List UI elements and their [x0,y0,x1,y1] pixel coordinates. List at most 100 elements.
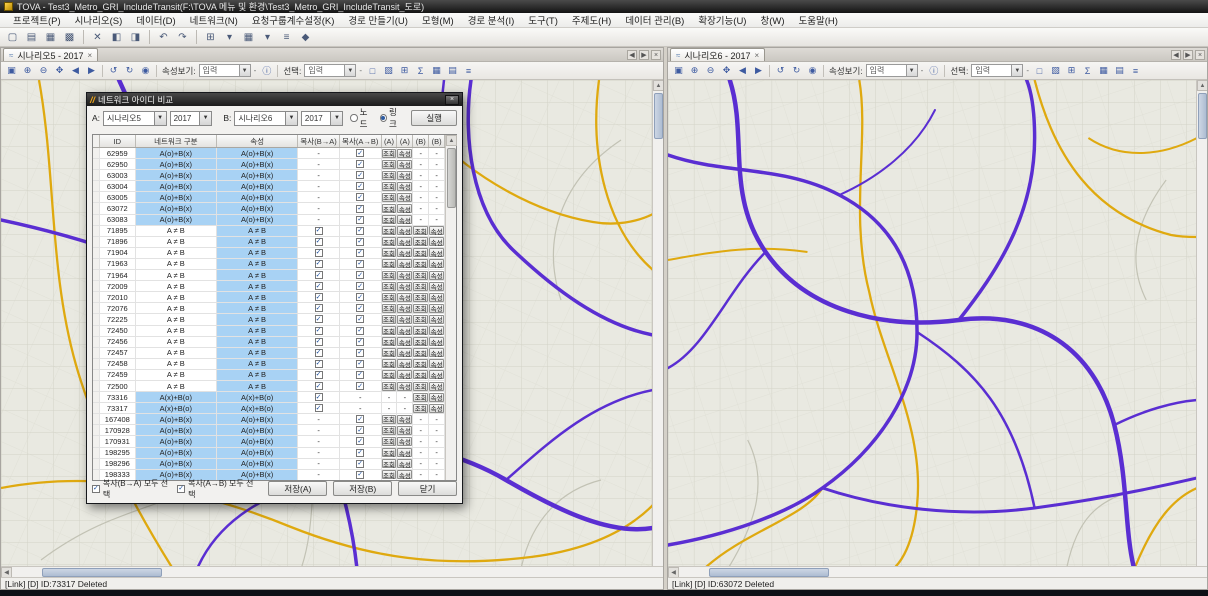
cell-copy-ab[interactable]: ✓ [340,348,382,358]
cell-action[interactable]: 조회 [382,370,398,380]
pan-icon[interactable]: ✥ [719,64,734,78]
cell-action[interactable]: 속성 [397,414,413,424]
cell-action[interactable]: - [429,159,445,169]
select-combo[interactable]: 입력▼ [304,64,356,77]
grid-dropdown-icon[interactable]: ▾ [221,29,238,45]
prev-view-icon[interactable]: ◀ [735,64,750,78]
table-row[interactable]: 71964A ≠ BA ≠ B✓✓조회속성조회속성 [93,270,445,281]
cell-copy-ba[interactable]: ✓ [298,337,340,347]
cell-copy-ba[interactable]: - [298,215,340,225]
cell-action[interactable]: 조회 [382,314,398,324]
scenario-b-combo[interactable]: 시나리오6 ▼ [234,111,298,126]
cell-action[interactable]: 조회 [382,425,398,435]
checkbox-checked-icon[interactable]: ✓ [356,360,364,368]
table-row[interactable]: 71896A ≠ BA ≠ B✓✓조회속성조회속성 [93,237,445,248]
checkbox-checked-icon[interactable]: ✓ [315,393,323,401]
attr-button[interactable]: 속성 [429,237,444,246]
cell-action[interactable]: - [429,414,445,424]
cell-action[interactable]: 속성 [397,215,413,225]
view-button[interactable]: 조회 [382,226,397,235]
redo-icon[interactable]: ↷ [174,29,191,45]
table-row[interactable]: 72459A ≠ BA ≠ B✓✓조회속성조회속성 [93,370,445,381]
cell-copy-ba[interactable]: ✓ [298,403,340,413]
cell-action[interactable]: 속성 [397,470,413,480]
run-button[interactable]: 실행 [411,110,457,126]
horizontal-scrollbar-left[interactable]: ◀ [1,566,663,577]
cell-action[interactable]: 속성 [397,459,413,469]
view-button[interactable]: 조회 [382,370,397,379]
cell-action[interactable]: 조회 [413,226,429,236]
checkbox-checked-icon[interactable]: ✓ [356,282,364,290]
attr-button[interactable]: 속성 [397,259,412,268]
cell-action[interactable]: 조회 [413,259,429,269]
theme-icon[interactable]: ◆ [297,29,314,45]
cell-action[interactable]: 속성 [397,326,413,336]
table-scroll-thumb[interactable] [447,148,456,208]
chart-icon[interactable]: ▦ [240,29,257,45]
cell-action[interactable]: - [413,170,429,180]
cell-action[interactable]: 조회 [382,170,398,180]
attr-button[interactable]: 속성 [397,304,412,313]
checkbox-checked-icon[interactable]: ✓ [315,293,323,301]
year-a-combo[interactable]: 2017 ▼ [170,111,213,126]
compare-table-grid[interactable]: ID네트워크 구분속성복사(B→A)복사(A→B)(A)(A)(B)(B)629… [93,135,445,480]
cell-action[interactable]: - [413,215,429,225]
view-button[interactable]: 조회 [413,315,428,324]
checkbox-checked-icon[interactable]: ✓ [315,382,323,390]
open-project-icon[interactable]: ▤ [23,29,40,45]
attr-button[interactable]: 속성 [429,348,444,357]
cell-copy-ab[interactable]: ✓ [340,181,382,191]
cell-copy-ba[interactable]: ✓ [298,281,340,291]
cell-action[interactable]: 조회 [382,259,398,269]
cell-copy-ab[interactable]: ✓ [340,159,382,169]
attr-button[interactable]: 속성 [429,248,444,257]
table-row[interactable]: 63005A(o)+B(x)A(o)+B(x)-✓조회속성-- [93,192,445,203]
cell-action[interactable]: 조회 [413,292,429,302]
cell-action[interactable]: 조회 [382,359,398,369]
cell-copy-ab[interactable]: - [340,403,382,413]
horizontal-scroll-thumb[interactable] [42,568,162,577]
cell-copy-ab[interactable]: - [340,392,382,402]
select-hatch-icon[interactable]: ▧ [381,64,396,78]
view-button[interactable]: 조회 [382,348,397,357]
menu-item-i[interactable]: 경로 분석(I) [461,12,522,28]
attr-button[interactable]: 속성 [397,415,412,424]
cell-action[interactable]: 조회 [413,403,429,413]
view-button[interactable]: 조회 [382,193,397,202]
cell-action[interactable]: 속성 [429,226,445,236]
checkbox-checked-icon[interactable]: ✓ [315,404,323,412]
attr-view-combo[interactable]: 입력▼ [866,64,918,77]
cell-copy-ab[interactable]: ✓ [340,326,382,336]
attr-button[interactable]: 속성 [397,215,412,224]
vertical-scrollbar-right[interactable]: ▲ [1196,80,1207,566]
view-button[interactable]: 조회 [382,149,397,158]
view-button[interactable]: 조회 [413,370,428,379]
cell-action[interactable]: 속성 [397,425,413,435]
cell-action[interactable]: 속성 [397,303,413,313]
checkbox-checked-icon[interactable]: ✓ [356,249,364,257]
cell-action[interactable]: 조회 [382,270,398,280]
layers-icon[interactable]: ≡ [1128,64,1143,78]
cell-action[interactable]: 조회 [413,270,429,280]
horizontal-scroll-thumb[interactable] [709,568,829,577]
cell-action[interactable]: 속성 [429,392,445,402]
cell-action[interactable]: 속성 [429,370,445,380]
cell-action[interactable]: - [382,392,398,402]
cell-action[interactable]: 속성 [429,403,445,413]
attr-button[interactable]: 속성 [429,359,444,368]
view-button[interactable]: 조회 [382,415,397,424]
cell-action[interactable]: 조회 [413,248,429,258]
cell-action[interactable]: - [429,470,445,480]
zoom-in-icon[interactable]: ⊕ [20,64,35,78]
table-row[interactable]: 72010A ≠ BA ≠ B✓✓조회속성조회속성 [93,292,445,303]
cell-copy-ab[interactable]: ✓ [340,303,382,313]
cell-copy-ba[interactable]: ✓ [298,314,340,324]
view-button[interactable]: 조회 [413,337,428,346]
cell-copy-ab[interactable]: ✓ [340,414,382,424]
cell-copy-ab[interactable]: ✓ [340,192,382,202]
table-row[interactable]: 170931A(o)+B(x)A(o)+B(x)-✓조회속성-- [93,436,445,447]
cell-action[interactable]: 속성 [429,314,445,324]
checkbox-checked-icon[interactable]: ✓ [356,182,364,190]
table-row[interactable]: 72076A ≠ BA ≠ B✓✓조회속성조회속성 [93,303,445,314]
link-radio[interactable]: 링크 [380,106,402,130]
